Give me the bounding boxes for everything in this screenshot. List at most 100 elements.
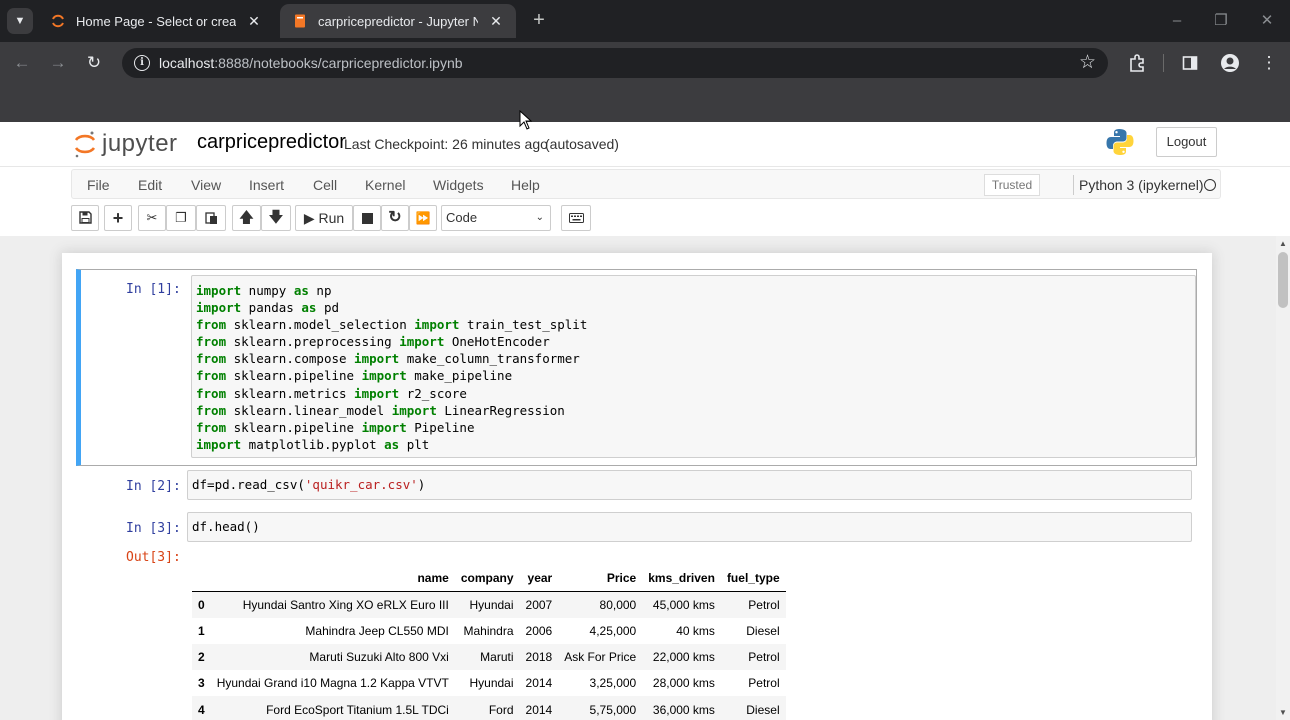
table-cell: Ask For Price	[564, 650, 637, 665]
paste-button[interactable]	[196, 205, 226, 231]
reload-icon[interactable]: ↻	[81, 50, 107, 76]
page-scrollbar[interactable]: ▲ ▼	[1276, 236, 1290, 720]
scrollbar-thumb[interactable]	[1278, 252, 1288, 308]
arrow-up-icon: 🡅	[238, 209, 255, 226]
site-info-icon[interactable]: i	[134, 55, 150, 71]
interrupt-button[interactable]	[353, 205, 381, 231]
code-keyword: import	[361, 368, 407, 384]
restart-run-all-button[interactable]: ⏩	[409, 205, 437, 231]
trusted-badge[interactable]: Trusted	[984, 174, 1040, 196]
table-cell: 2014	[525, 702, 553, 717]
url-text[interactable]: localhost:8888/notebooks/carpricepredict…	[159, 55, 463, 71]
close-icon[interactable]: ✕	[246, 13, 262, 30]
kernel-name[interactable]: Python 3 (ipykernel)	[1079, 177, 1204, 193]
column-header: fuel_type	[720, 565, 786, 592]
code-keyword: import	[391, 402, 437, 418]
menu-kernel[interactable]: Kernel	[365, 177, 405, 193]
plus-icon[interactable]: +	[526, 8, 552, 34]
run-label: Run	[318, 210, 345, 226]
code-token: OneHotEncoder	[444, 334, 550, 350]
fast-forward-icon: ⏩	[415, 211, 431, 225]
code-token: matplotlib.pyplot	[241, 436, 385, 452]
move-down-button[interactable]: 🡇	[261, 205, 291, 231]
address-bar[interactable]: i localhost:8888/notebooks/carpricepredi…	[122, 48, 1108, 78]
scroll-down-arrow-icon[interactable]: ▼	[1279, 708, 1287, 717]
menu-edit[interactable]: Edit	[138, 177, 162, 193]
close-icon[interactable]: ✕	[488, 13, 504, 30]
code-cell-2[interactable]: In [2]: df=pd.read_csv('quikr_car.csv')	[76, 470, 1197, 508]
column-header: Price	[558, 565, 643, 592]
side-panel-icon[interactable]	[1177, 50, 1203, 76]
code-token: make_pipeline	[406, 368, 513, 384]
tab-carpricepredictor[interactable]: carpricepredictor - Jupyter Notebook ✕	[280, 4, 516, 38]
cut-button[interactable]: ✂	[138, 205, 166, 231]
profile-avatar-icon[interactable]	[1217, 50, 1243, 76]
scroll-up-arrow-icon[interactable]: ▲	[1279, 239, 1287, 248]
paste-icon	[204, 212, 217, 224]
code-text[interactable]: df.head()	[188, 513, 1191, 540]
tab-home-page[interactable]: Home Page - Select or create a notebook …	[38, 4, 274, 38]
move-up-button[interactable]: 🡅	[232, 205, 261, 231]
notebook-toolbar: + ✂ ❐ 🡅 🡇 ▶ Run ↻ ⏩ Code ⌄	[0, 203, 1290, 233]
insert-cell-button[interactable]: +	[104, 205, 132, 231]
table-cell: Hyundai	[469, 597, 514, 612]
code-cell-1[interactable]: In [1]: import numpy as np import pandas…	[76, 269, 1197, 466]
menu-view[interactable]: View	[191, 177, 221, 193]
table-cell: Petrol	[748, 676, 780, 691]
code-text[interactable]: df=pd.read_csv('quikr_car.csv')	[188, 471, 1191, 498]
jupyter-header: jupyter carpricepredictor Last Checkpoin…	[0, 122, 1290, 166]
code-token: LinearRegression	[436, 402, 565, 418]
table-cell: 22,000 kms	[652, 650, 715, 665]
table-cell: Mahindra Jeep CL550 MDI	[305, 623, 449, 638]
forward-arrow-icon[interactable]: →	[45, 50, 71, 76]
menu-file[interactable]: File	[87, 177, 110, 193]
jupyter-favicon-icon	[50, 13, 66, 29]
code-token: sklearn.model_selection	[226, 317, 415, 333]
cell-type-select[interactable]: Code ⌄	[441, 205, 551, 231]
copy-button[interactable]: ❐	[166, 205, 196, 231]
table-cell: Hyundai	[469, 676, 514, 691]
command-palette-button[interactable]	[561, 205, 591, 231]
extensions-icon[interactable]	[1124, 50, 1150, 76]
table-cell: 40 kms	[676, 623, 715, 638]
logout-button[interactable]: Logout	[1156, 127, 1217, 157]
bookmark-star-icon[interactable]: ☆	[1079, 51, 1096, 74]
notebook-favicon-icon	[292, 13, 308, 29]
table-cell: 36,000 kms	[652, 702, 715, 717]
notebook-container: In [1]: import numpy as np import pandas…	[62, 253, 1212, 720]
scissors-icon: ✂	[146, 210, 158, 225]
dataframe-table: name company year Price kms_driven fuel_…	[192, 565, 786, 720]
tab-title: carpricepredictor - Jupyter Notebook	[318, 13, 478, 29]
table-cell: 3,25,000	[589, 676, 637, 691]
menu-help[interactable]: Help	[511, 177, 540, 193]
code-keyword: from	[196, 385, 227, 401]
kernel-idle-indicator-icon	[1204, 179, 1216, 191]
back-arrow-icon[interactable]: ←	[9, 50, 35, 76]
menu-widgets[interactable]: Widgets	[433, 177, 484, 193]
jupyter-logo[interactable]: jupyter	[74, 128, 178, 160]
code-editor[interactable]: import numpy as np import pandas as pd f…	[191, 275, 1196, 458]
menu-insert[interactable]: Insert	[249, 177, 284, 193]
restart-button[interactable]: ↻	[381, 205, 409, 231]
table-cell: 2018	[525, 650, 553, 665]
code-editor[interactable]: df=pd.read_csv('quikr_car.csv')	[187, 470, 1192, 500]
copy-icon: ❐	[175, 210, 187, 225]
output-prompt: Out[3]:	[126, 550, 181, 565]
minimize-icon[interactable]: –	[1162, 8, 1192, 34]
table-row: 2 Maruti Suzuki Alto 800 Vxi Maruti 2018…	[192, 643, 786, 671]
more-menu-icon[interactable]: ⋮	[1256, 50, 1282, 76]
code-editor[interactable]: df.head()	[187, 512, 1192, 542]
window-close-icon[interactable]: ✕	[1252, 8, 1282, 34]
code-keyword: as	[384, 436, 400, 452]
table-cell: 28,000 kms	[652, 676, 715, 691]
save-button[interactable]	[71, 205, 99, 231]
notebook-name[interactable]: carpricepredictor	[197, 131, 346, 154]
toolbar-divider	[1163, 54, 1164, 72]
code-text[interactable]: import numpy as np import pandas as pd f…	[192, 276, 1195, 459]
code-keyword: import	[399, 334, 445, 350]
restore-icon[interactable]: ❐	[1206, 8, 1236, 34]
run-button[interactable]: ▶ Run	[295, 205, 353, 231]
table-cell: 2006	[525, 623, 553, 638]
tab-search-button[interactable]: ▼	[7, 8, 33, 34]
menu-cell[interactable]: Cell	[313, 177, 337, 193]
